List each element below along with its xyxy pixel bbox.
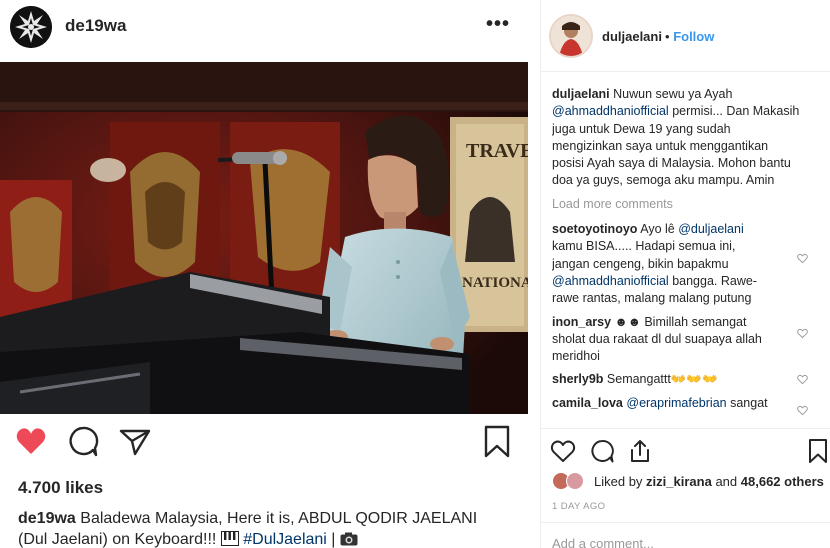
comment-text: Nuwun sewu ya Ayah	[613, 87, 733, 101]
owner-comment: duljaelani Nuwun sewu ya Ayah @ahmaddhan…	[552, 86, 802, 190]
bookmark-icon[interactable]	[480, 424, 514, 458]
liked-by-text: Liked by zizi_kirana and 48,662 others	[594, 474, 824, 489]
comment-icon[interactable]	[66, 424, 100, 458]
caption-username[interactable]: de19wa	[18, 510, 76, 527]
follow-button[interactable]: Follow	[673, 29, 714, 44]
comment-username[interactable]: soetoyotinoyo	[552, 222, 637, 236]
load-more-comments[interactable]: Load more comments	[552, 196, 822, 213]
panel-header: duljaelani • Follow	[541, 0, 830, 72]
bookmark-icon[interactable]	[805, 438, 830, 464]
heart-icon[interactable]	[14, 424, 48, 458]
follow-group: • Follow	[665, 29, 714, 44]
avatar-photo	[551, 16, 591, 56]
post-photo[interactable]: TRAVEL NATIONAL	[0, 62, 528, 414]
piano-emoji-icon	[220, 531, 239, 546]
share-icon[interactable]	[118, 424, 152, 458]
camera-emoji-icon	[340, 531, 358, 546]
comment-text: Ayo lê	[640, 222, 675, 237]
comment-text: Semangattt👐👐👐	[606, 372, 718, 387]
post-actions	[0, 424, 530, 468]
comment-item: inon_arsy ☻☻ Bimillah semangat sholat du…	[552, 314, 822, 366]
more-horizontal-icon[interactable]: •••	[486, 14, 510, 34]
comment-text: kamu BISA..... Hadapi semua ini, jangan …	[552, 239, 736, 271]
comment-mention[interactable]: @duljaelani	[678, 222, 744, 236]
likes-count[interactable]: 4.700 likes	[18, 478, 103, 498]
post-avatar[interactable]	[10, 6, 52, 48]
comment-username[interactable]: sherly9b	[552, 372, 603, 386]
post-date[interactable]: 1 DAY AGO	[552, 501, 605, 512]
comment-username[interactable]: inon_arsy	[552, 315, 611, 329]
comment-mention[interactable]: @ahmaddhaniofficial	[552, 104, 669, 118]
poster-text-national: NATIONAL	[462, 275, 528, 291]
keyboard-player-photo: TRAVEL NATIONAL	[0, 62, 528, 414]
side-panel: duljaelani • Follow duljaelani Nuwun sew…	[540, 0, 830, 548]
liked-by-middle: and	[715, 474, 738, 489]
comment-mention[interactable]: @eraprimafebrian	[626, 396, 726, 410]
comments-list: duljaelani Nuwun sewu ya Ayah @ahmaddhan…	[552, 86, 822, 426]
dewa-star-logo	[10, 6, 52, 48]
comment-mention[interactable]: @ahmaddhaniofficial	[552, 274, 669, 288]
comment-item: sherly9b Semangattt👐👐👐	[552, 371, 822, 388]
panel-avatar[interactable]	[549, 14, 593, 58]
panel-divider	[541, 522, 830, 523]
caption-hashtag[interactable]: #DulJaelani	[243, 531, 327, 548]
panel-username[interactable]: duljaelani	[602, 29, 662, 44]
add-comment-input[interactable]: Add a comment...	[552, 536, 654, 548]
post-card: de19wa ••• TRAVE NATIONA 4.700 likes de1…	[0, 0, 530, 548]
liked-by-user[interactable]: zizi_kirana	[646, 474, 712, 489]
panel-divider	[541, 428, 830, 429]
post-header: de19wa •••	[0, 0, 530, 58]
poster-text-travels: TRAVEL	[466, 140, 528, 162]
comment-item: soetoyotinoyo Ayo lê @duljaelani kamu BI…	[552, 221, 822, 307]
emoji-face-icon: ☻☻	[614, 314, 641, 329]
comment-icon[interactable]	[589, 438, 615, 464]
caption-tail: |	[331, 531, 336, 548]
liker-avatar[interactable]	[566, 472, 584, 490]
header-separator: •	[665, 29, 670, 44]
post-caption: de19wa Baladewa Malaysia, Here it is, AB…	[18, 508, 498, 548]
comment-like-icon[interactable]	[797, 253, 808, 264]
comment-username[interactable]: duljaelani	[552, 87, 610, 101]
comment-like-icon[interactable]	[797, 328, 808, 339]
comment-like-icon[interactable]	[797, 405, 808, 416]
liked-by-prefix: Liked by	[594, 474, 643, 489]
heart-outline-icon[interactable]	[550, 438, 576, 464]
post-username[interactable]: de19wa	[65, 16, 126, 36]
upload-share-icon[interactable]	[627, 438, 653, 464]
comment-text: sangat	[730, 395, 768, 410]
comment-username[interactable]: camila_lova	[552, 396, 623, 410]
liked-by-count[interactable]: 48,662 others	[741, 474, 824, 489]
comment-item: camila_lova @eraprimafebrian sangat	[552, 395, 822, 416]
comment-like-icon[interactable]	[797, 374, 808, 385]
